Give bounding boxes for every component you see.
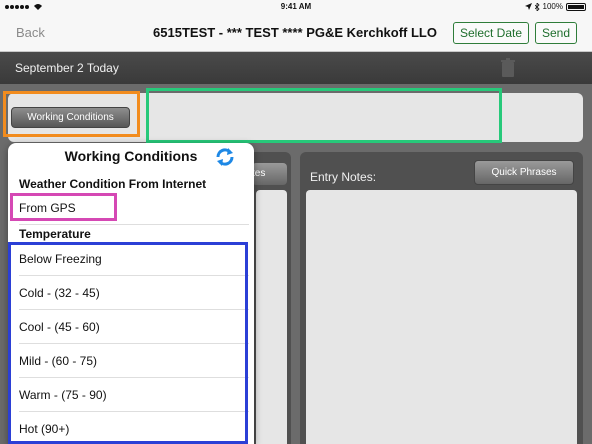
highlight-from-gps: [10, 193, 117, 221]
bluetooth-icon: [534, 2, 540, 11]
status-right: 100%: [524, 2, 586, 11]
entry-notes-textarea[interactable]: [306, 190, 577, 444]
highlight-temperature-options: [8, 242, 248, 444]
navigation-bar: Back 6515TEST - *** TEST **** PG&E Kerch…: [0, 14, 592, 52]
select-date-button[interactable]: Select Date: [453, 22, 529, 44]
status-time: 9:41 AM: [280, 2, 312, 11]
left-panel-content: [256, 190, 287, 444]
date-label: September 2 Today: [15, 61, 119, 75]
entry-notes-title: Entry Notes:: [310, 170, 377, 184]
battery-percent: 100%: [542, 2, 563, 11]
date-bar: September 2 Today: [0, 52, 592, 84]
trash-icon[interactable]: [500, 58, 516, 78]
refresh-icon[interactable]: [215, 147, 235, 167]
battery-icon: [566, 2, 586, 11]
location-icon: [524, 3, 532, 10]
highlight-working-conditions-button: [3, 91, 140, 137]
entry-notes-panel: Entry Notes: Quick Phrases: [300, 152, 583, 444]
temperature-section-header: Temperature: [19, 227, 91, 241]
weather-section-header: Weather Condition From Internet: [19, 177, 207, 191]
page-title: 6515TEST - *** TEST **** PG&E Kerchkoff …: [153, 25, 437, 40]
quick-phrases-button[interactable]: Quick Phrases: [474, 160, 574, 185]
status-bar: 9:41 AM 100%: [0, 0, 592, 14]
partial-button[interactable]: tes: [252, 163, 287, 185]
highlight-conditions-field: [146, 88, 502, 143]
send-button[interactable]: Send: [535, 22, 577, 44]
back-button[interactable]: Back: [16, 25, 45, 40]
